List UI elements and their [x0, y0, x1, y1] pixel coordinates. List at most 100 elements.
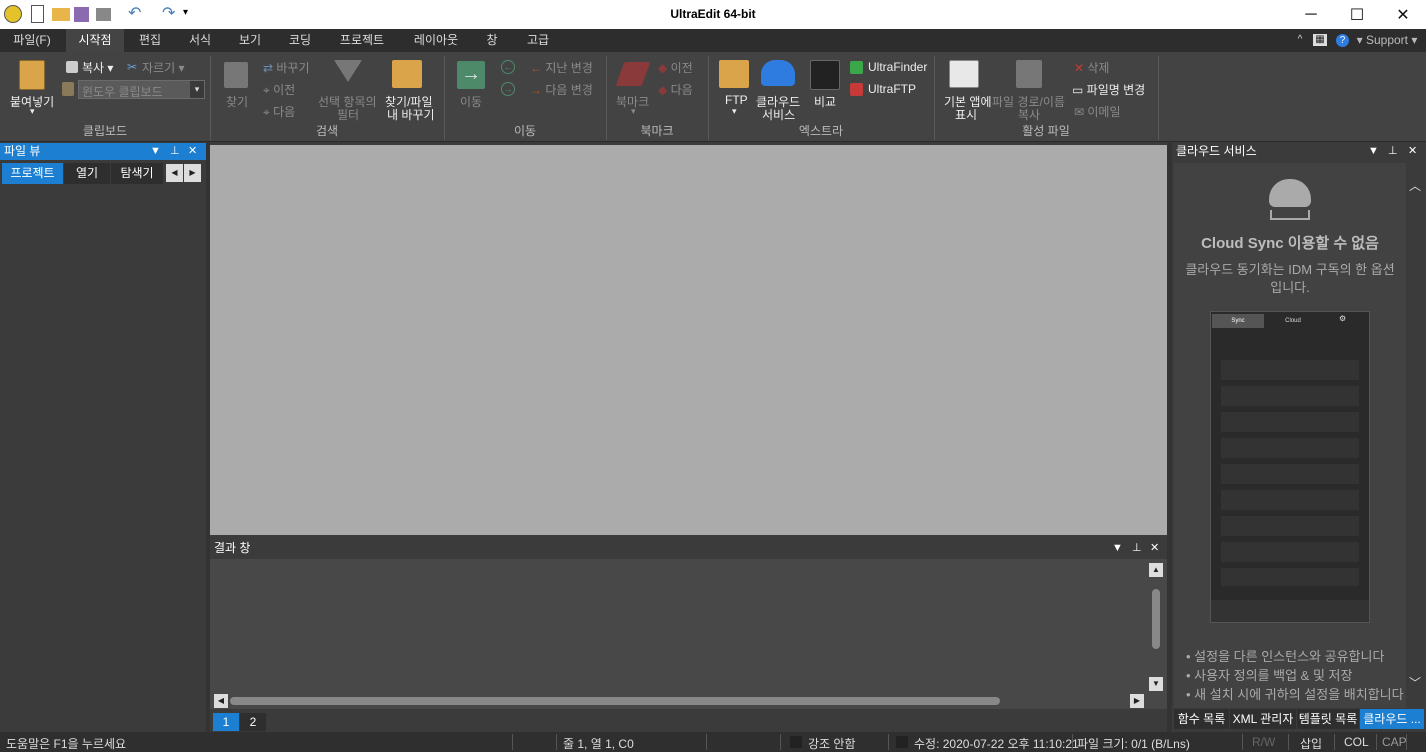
close-button[interactable]: ✕: [1380, 0, 1426, 29]
pin-icon[interactable]: ⊥: [1132, 540, 1142, 557]
ribbon-collapse-icon[interactable]: ^: [1294, 29, 1306, 52]
find-in-files-button-line2[interactable]: 내 바꾸기: [387, 106, 435, 123]
email-button[interactable]: ✉ 이메일: [1074, 103, 1121, 120]
separator: [1334, 734, 1335, 750]
scroll-left-icon[interactable]: ◀: [214, 694, 228, 708]
close-icon[interactable]: ✕: [1408, 143, 1417, 160]
cloud-tab-function-list[interactable]: 함수 목록: [1174, 709, 1229, 729]
scroll-down-icon[interactable]: ﹀: [1408, 676, 1422, 690]
goto-button[interactable]: 이동: [460, 93, 482, 110]
help-icon[interactable]: ?: [1336, 34, 1349, 47]
paste-icon[interactable]: [19, 60, 45, 90]
results-header: 결과 창 ▼ ⊥ ✕: [210, 540, 1167, 557]
tab-view[interactable]: 보기: [230, 29, 270, 52]
scroll-down-icon[interactable]: ▼: [1149, 677, 1163, 691]
default-app-button-line2[interactable]: 표시: [955, 106, 977, 123]
forward-arrow-icon[interactable]: →: [501, 82, 515, 96]
results-tab-1[interactable]: 1: [213, 713, 239, 731]
delete-button[interactable]: ✕ 삭제: [1074, 59, 1109, 76]
status-highlight[interactable]: 강조 안함: [808, 735, 856, 752]
find-button[interactable]: 찾기: [226, 93, 248, 110]
status-help: 도움말은 F1을 누르세요: [6, 737, 127, 751]
ultraftp-button[interactable]: UltraFTP: [868, 82, 916, 96]
ftp-dropdown-icon[interactable]: ▾: [732, 106, 737, 117]
tab-file[interactable]: 파일(F): [6, 29, 58, 52]
results-tab-2[interactable]: 2: [240, 713, 266, 731]
tab-coding[interactable]: 코딩: [280, 29, 320, 52]
status-col[interactable]: COL: [1344, 735, 1369, 749]
tab-scroll-left-icon[interactable]: ◀: [166, 164, 183, 182]
scroll-up-icon[interactable]: ▲: [1149, 563, 1163, 577]
cloud-services-button-line2[interactable]: 서비스: [762, 106, 795, 123]
last-change-button[interactable]: ← 지난 변경: [530, 59, 593, 76]
editor-area[interactable]: [210, 145, 1167, 535]
horizontal-scrollbar[interactable]: ◀ ▶: [214, 694, 1144, 708]
maximize-button[interactable]: ☐: [1334, 0, 1380, 29]
ftp-icon[interactable]: [719, 60, 749, 88]
ftp-button[interactable]: FTP: [725, 93, 748, 107]
status-rw[interactable]: R/W: [1252, 735, 1275, 749]
tab-window[interactable]: 창: [478, 29, 506, 52]
compare-icon[interactable]: [810, 60, 840, 90]
theme-icon[interactable]: ▦: [1313, 34, 1327, 46]
tab-project[interactable]: 프로젝트: [332, 29, 392, 52]
highlight-checkbox[interactable]: [790, 736, 802, 748]
tab-layout[interactable]: 레이아웃: [406, 29, 466, 52]
bookmark-dropdown-icon[interactable]: ▾: [631, 106, 636, 117]
goto-icon[interactable]: →: [457, 61, 485, 89]
rename-button[interactable]: ▭ 파일명 변경: [1072, 81, 1145, 98]
pin-icon[interactable]: ⊥: [1388, 143, 1398, 160]
filter-button-line2[interactable]: 필터: [337, 106, 359, 123]
tab-explorer[interactable]: 탐색기: [111, 163, 163, 184]
tab-scroll-right-icon[interactable]: ▶: [184, 164, 201, 182]
bookmark-prev-button[interactable]: ◆ 이전: [658, 59, 693, 76]
panel-menu-icon[interactable]: ▼: [150, 143, 161, 160]
scroll-right-icon[interactable]: ▶: [1130, 694, 1144, 708]
cut-button[interactable]: 자르기 ▾: [142, 59, 184, 76]
cloud-scrollbar[interactable]: ︿ ﹀: [1406, 163, 1424, 708]
ultrafinder-button[interactable]: UltraFinder: [868, 60, 927, 74]
panel-menu-icon[interactable]: ▼: [1112, 540, 1123, 557]
replace-button[interactable]: ⇄ 바꾸기: [263, 59, 310, 76]
cloud-tab-template-list[interactable]: 템플릿 목록: [1297, 709, 1359, 729]
scroll-up-icon[interactable]: ︿: [1408, 179, 1422, 193]
bookmark-icon[interactable]: [615, 62, 651, 86]
tab-home[interactable]: 시작점: [66, 29, 124, 52]
close-icon[interactable]: ✕: [1150, 540, 1159, 557]
default-app-icon[interactable]: [949, 60, 979, 88]
tab-edit[interactable]: 편집: [130, 29, 170, 52]
minimize-button[interactable]: ─: [1288, 0, 1334, 29]
cloud-tab-xml-manager[interactable]: XML 관리자: [1230, 709, 1296, 729]
find-prev-button[interactable]: ⌖ 이전: [263, 81, 295, 98]
cloud-services-icon[interactable]: [761, 60, 795, 86]
copy-path-icon[interactable]: [1016, 60, 1042, 88]
tab-project-files[interactable]: 프로젝트: [2, 163, 63, 184]
paste-dropdown-icon[interactable]: ▾: [30, 106, 35, 117]
vertical-scrollbar[interactable]: ▲ ▼: [1149, 563, 1163, 691]
clipboard-select[interactable]: 윈도우 클립보드 ▾: [78, 80, 205, 99]
panel-menu-icon[interactable]: ▼: [1368, 143, 1379, 160]
tab-advanced[interactable]: 고급: [518, 29, 558, 52]
status-position[interactable]: 줄 1, 열 1, C0: [563, 735, 634, 752]
find-icon[interactable]: [224, 62, 248, 88]
bookmark-next-button[interactable]: ◆ 다음: [658, 81, 693, 98]
back-arrow-icon[interactable]: ←: [501, 60, 515, 74]
separator: [1242, 734, 1243, 750]
scroll-thumb[interactable]: [230, 697, 1000, 705]
tab-open-files[interactable]: 열기: [64, 163, 110, 184]
results-content[interactable]: [210, 559, 1167, 709]
copy-path-button-line2[interactable]: 복사: [1018, 106, 1040, 123]
filter-icon[interactable]: [334, 60, 362, 82]
close-icon[interactable]: ✕: [188, 143, 197, 160]
cloud-tab-cloud[interactable]: 클라우드 ...: [1360, 709, 1424, 729]
scroll-thumb[interactable]: [1152, 589, 1160, 649]
compare-button[interactable]: 비교: [814, 93, 836, 110]
pin-icon[interactable]: ⊥: [170, 143, 180, 160]
find-next-button[interactable]: ⌖ 다음: [263, 103, 295, 120]
find-in-files-icon[interactable]: [392, 60, 422, 88]
support-link[interactable]: ▾ Support ▾: [1352, 29, 1422, 52]
status-insert[interactable]: 삽입: [1300, 735, 1322, 752]
tab-format[interactable]: 서식: [180, 29, 220, 52]
next-change-button[interactable]: → 다음 변경: [530, 81, 593, 98]
copy-button[interactable]: 복사 ▾: [82, 59, 113, 76]
